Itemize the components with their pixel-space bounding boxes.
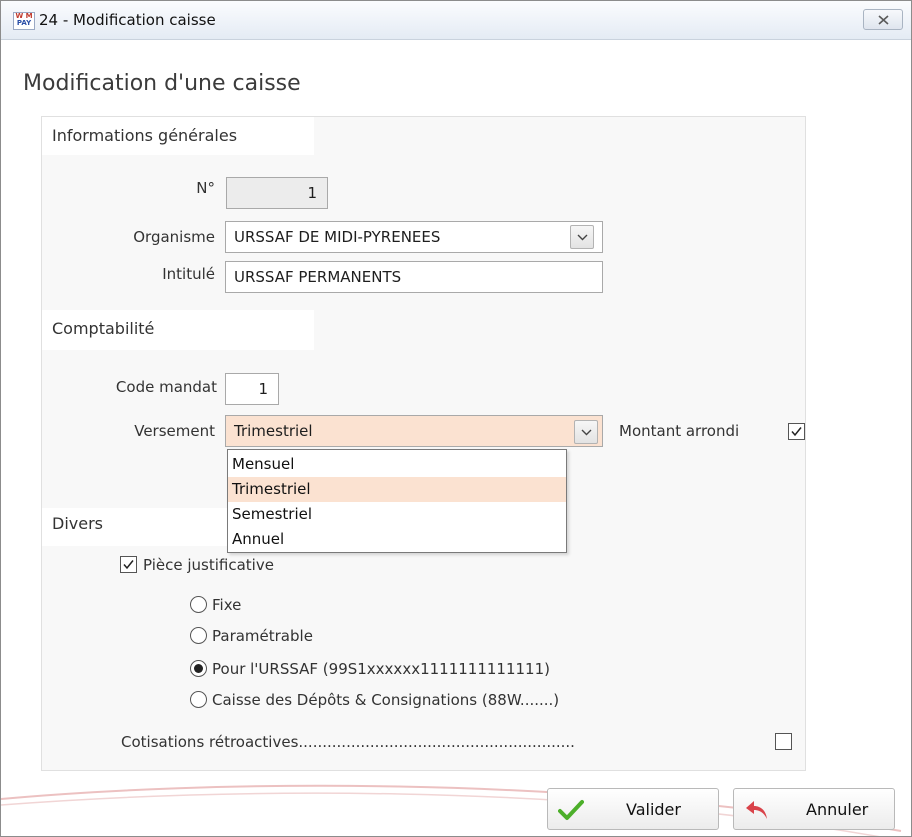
organisme-dropdown-button[interactable] [570,225,594,249]
piece-justificative-checkbox[interactable] [120,556,137,573]
piece-justificative-label[interactable]: Pièce justificative [143,556,274,574]
chevron-down-icon [581,429,592,436]
radio-caisse-depots-label[interactable]: Caisse des Dépôts & Consignations (88W..… [212,691,559,709]
check-icon [123,560,134,570]
versement-dropdown-button[interactable] [574,420,598,444]
montant-arrondi-checkbox[interactable] [788,423,805,440]
dropdown-option-annuel[interactable]: Annuel [228,527,566,552]
radio-fixe[interactable] [190,596,207,613]
montant-arrondi-label: Montant arrondi [619,422,740,440]
radio-urssaf[interactable] [190,660,207,677]
organisme-value: URSSAF DE MIDI-PYRENEES [234,228,441,246]
versement-label: Versement [134,422,215,440]
cancel-button[interactable]: Annuler [733,788,895,830]
app-logo-icon: W M PAY [13,12,35,30]
intitule-input[interactable]: URSSAF PERMANENTS [225,261,603,293]
versement-dropdown-list: Mensuel Trimestriel Semestriel Annuel [227,449,567,553]
radio-caisse-depots[interactable] [190,691,207,708]
close-button[interactable] [863,9,903,30]
radio-parametrable[interactable] [190,627,207,644]
versement-select[interactable]: Trimestriel [225,415,603,447]
cotisations-retroactives-label: Cotisations rétroactives................… [121,733,575,751]
dropdown-option-semestriel[interactable]: Semestriel [228,502,566,527]
title-bar[interactable]: W M PAY 24 - Modification caisse [1,1,911,40]
dialog-window: W M PAY 24 - Modification caisse Modifica… [0,0,912,837]
validate-button[interactable]: Valider [547,788,719,830]
organisme-select[interactable]: URSSAF DE MIDI-PYRENEES [225,221,603,253]
window-title: 24 - Modification caisse [39,11,216,29]
num-field: 1 [226,177,328,209]
versement-value: Trimestriel [234,422,313,440]
section-compta-heading: Comptabilité [42,310,314,350]
dropdown-option-trimestriel[interactable]: Trimestriel [228,477,566,502]
radio-urssaf-label[interactable]: Pour l'URSSAF (99S1xxxxxx1111111111111) [212,660,550,678]
undo-arrow-icon [746,801,767,819]
close-icon [878,15,889,25]
code-mandat-input[interactable]: 1 [225,373,279,405]
validate-label: Valider [626,800,681,819]
section-general-heading: Informations générales [42,117,314,155]
radio-selected-dot [194,664,203,673]
num-label: N° [196,179,215,197]
cancel-label: Annuler [806,800,869,819]
radio-parametrable-label[interactable]: Paramétrable [212,627,313,645]
check-icon [791,427,802,437]
green-check-icon [558,800,584,820]
dropdown-option-mensuel[interactable]: Mensuel [228,452,566,477]
cotisations-retroactives-checkbox[interactable] [775,733,792,750]
radio-fixe-label[interactable]: Fixe [212,596,241,614]
chevron-down-icon [577,234,588,241]
intitule-label: Intitulé [162,265,215,283]
code-mandat-label: Code mandat [115,378,217,396]
organisme-label: Organisme [133,228,215,246]
page-title: Modification d'une caisse [23,71,301,96]
